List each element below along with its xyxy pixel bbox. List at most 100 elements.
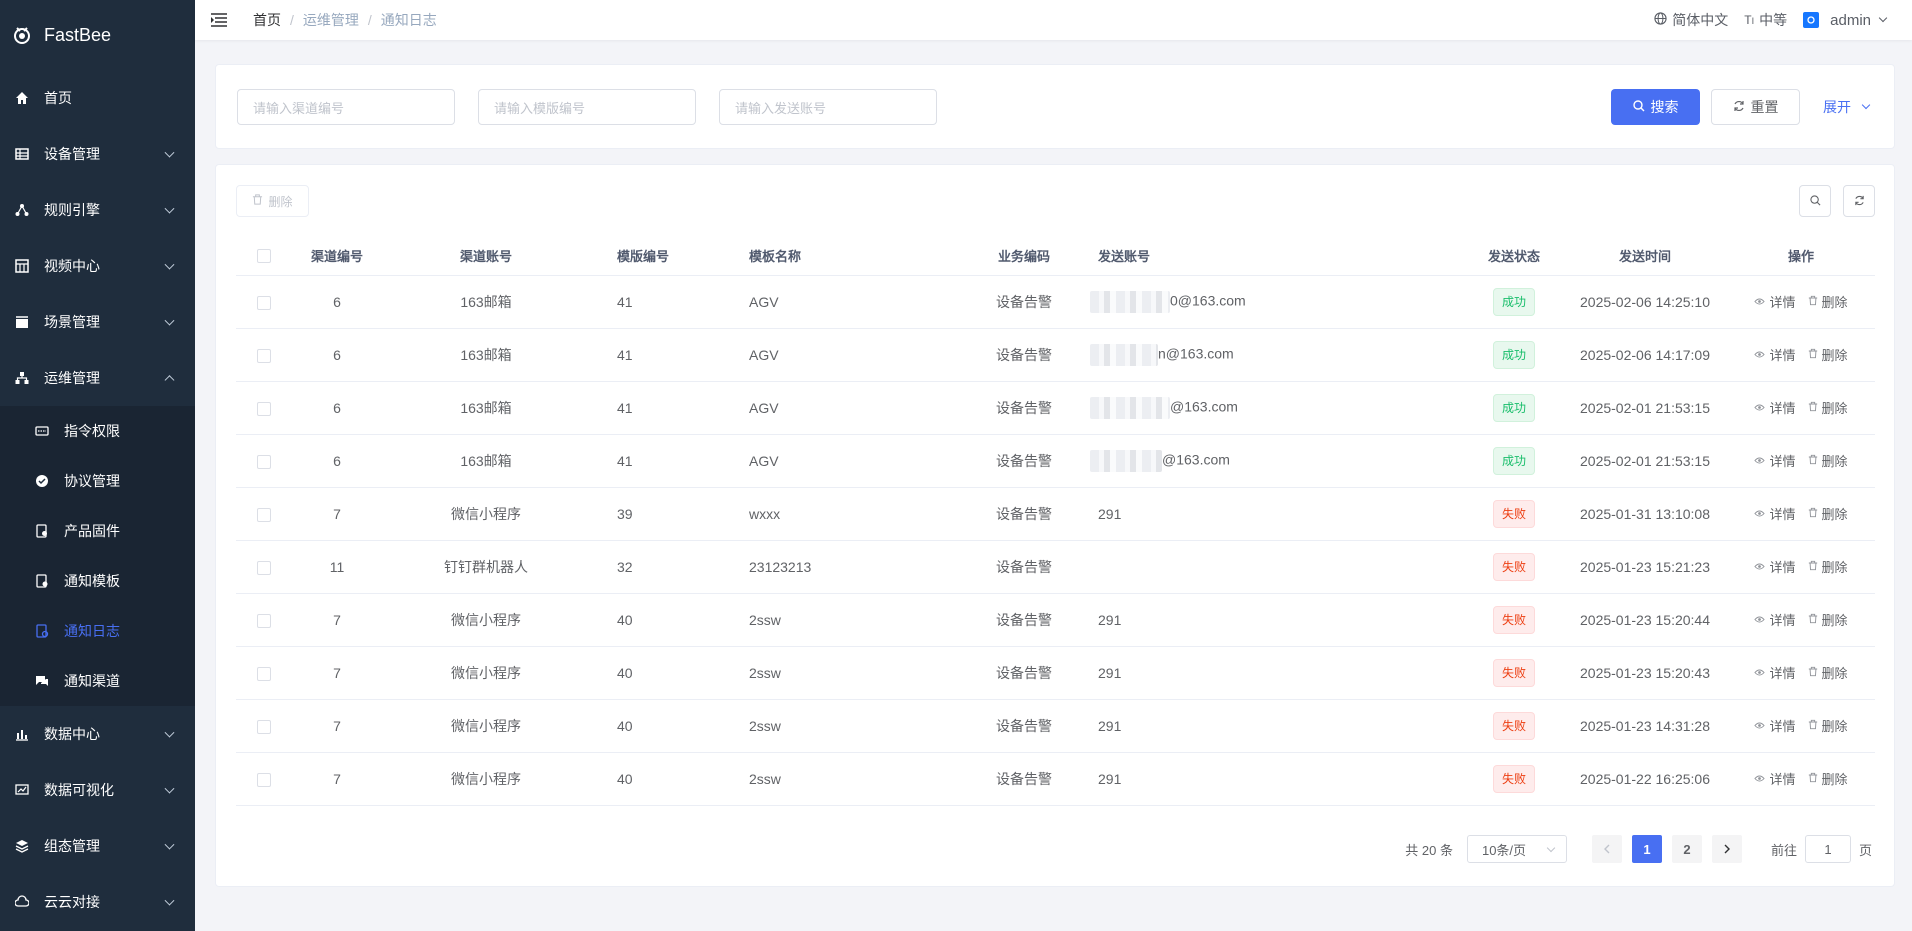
- row-checkbox[interactable]: [236, 275, 292, 329]
- sidebar-item-firmware[interactable]: 产品固件: [0, 506, 195, 556]
- chevron-down-icon: [164, 147, 175, 158]
- sidebar-item-ops[interactable]: 运维管理: [0, 350, 195, 406]
- sidebar-item-cloud[interactable]: 云云对接: [0, 874, 195, 930]
- cell-status: 成功: [1465, 328, 1563, 382]
- template-id-input[interactable]: 请输入模版编号: [478, 89, 696, 125]
- channel-id-input[interactable]: 请输入渠道编号: [237, 89, 455, 125]
- cell-actions: 详情 删除: [1727, 487, 1875, 541]
- sidebar-item-video[interactable]: 视频中心: [0, 238, 195, 294]
- breadcrumb: 首页 / 运维管理 / 通知日志: [253, 10, 437, 30]
- chevron-down-icon: [164, 783, 175, 794]
- hamburger-icon[interactable]: [211, 13, 241, 27]
- detail-button[interactable]: 详情: [1754, 292, 1796, 311]
- sidebar-item-device[interactable]: 设备管理: [0, 126, 195, 182]
- sidebar: FastBee 首页 设备管理 规则引擎 视频中心 场景管理 运维管理 指令权限: [0, 0, 195, 931]
- detail-label: 详情: [1769, 772, 1796, 787]
- user-menu[interactable]: admin: [1803, 12, 1888, 29]
- row-checkbox[interactable]: [236, 540, 292, 594]
- refresh-icon: [1854, 193, 1865, 209]
- prev-page-button[interactable]: [1591, 835, 1622, 863]
- logo[interactable]: FastBee: [0, 0, 195, 70]
- row-checkbox[interactable]: [236, 752, 292, 806]
- row-checkbox[interactable]: [236, 487, 292, 541]
- row-checkbox[interactable]: [236, 381, 292, 435]
- detail-button[interactable]: 详情: [1754, 398, 1796, 417]
- delete-button[interactable]: 删除: [1808, 663, 1848, 682]
- sidebar-item-log[interactable]: 通知日志: [0, 606, 195, 656]
- status-badge: 失败: [1492, 552, 1535, 581]
- goto-page-input[interactable]: 1: [1804, 835, 1851, 863]
- delete-button[interactable]: 删除: [1808, 557, 1848, 576]
- delete-button[interactable]: 删除: [1808, 504, 1848, 523]
- cell-send-account: 291: [1090, 646, 1465, 700]
- reset-button[interactable]: 重置: [1711, 89, 1800, 125]
- chevron-down-icon: [1546, 843, 1556, 853]
- send-account: 291: [1098, 664, 1122, 681]
- cell-status: 失败: [1465, 752, 1563, 806]
- detail-button[interactable]: 详情: [1754, 451, 1796, 470]
- col-channel-id: 渠道编号: [292, 236, 382, 276]
- pagination-total: 共 20 条: [1405, 842, 1453, 858]
- search-button[interactable]: 搜索: [1611, 89, 1700, 125]
- sidebar-item-config[interactable]: 组态管理: [0, 818, 195, 874]
- sidebar-item-scene[interactable]: 场景管理: [0, 294, 195, 350]
- goto-label: 前往: [1770, 842, 1797, 858]
- toggle-search-button[interactable]: [1799, 185, 1831, 217]
- sidebar-item-channel[interactable]: 通知渠道: [0, 656, 195, 706]
- detail-button[interactable]: 详情: [1754, 663, 1796, 682]
- sidebar-item-data-center[interactable]: 数据中心: [0, 706, 195, 762]
- batch-delete-button[interactable]: 删除: [236, 185, 309, 217]
- eye-icon: [1754, 559, 1766, 574]
- cell-channel-id: 7: [292, 699, 382, 753]
- delete-button[interactable]: 删除: [1808, 769, 1848, 788]
- rule-icon: [14, 202, 30, 218]
- eye-icon: [1754, 347, 1766, 362]
- table-header-row: 渠道编号 渠道账号 模版编号 模板名称 业务编码 发送账号 发送状态 发送时间 …: [236, 236, 1875, 276]
- row-checkbox[interactable]: [236, 593, 292, 647]
- detail-button[interactable]: 详情: [1754, 504, 1796, 523]
- delete-button[interactable]: 删除: [1808, 716, 1848, 735]
- sidebar-item-template[interactable]: 通知模板: [0, 556, 195, 606]
- delete-button[interactable]: 删除: [1808, 398, 1848, 417]
- row-checkbox[interactable]: [236, 328, 292, 382]
- refresh-table-button[interactable]: [1843, 185, 1875, 217]
- detail-button[interactable]: 详情: [1754, 345, 1796, 364]
- row-checkbox[interactable]: [236, 699, 292, 753]
- breadcrumb-ops[interactable]: 运维管理: [303, 10, 359, 30]
- size-switch[interactable]: TI 中等: [1744, 10, 1787, 30]
- search-button-label: 搜索: [1650, 99, 1679, 115]
- breadcrumb-home[interactable]: 首页: [253, 10, 281, 30]
- page-2-button[interactable]: 2: [1671, 835, 1702, 863]
- sidebar-item-protocol[interactable]: 协议管理: [0, 456, 195, 506]
- sidebar-item-label: 通知模板: [64, 573, 120, 589]
- delete-button[interactable]: 删除: [1808, 345, 1848, 364]
- sidebar-item-home[interactable]: 首页: [0, 70, 195, 126]
- sidebar-item-rule[interactable]: 规则引擎: [0, 182, 195, 238]
- sidebar-item-command[interactable]: 指令权限: [0, 406, 195, 456]
- expand-toggle[interactable]: 展开: [1823, 89, 1871, 125]
- command-icon: [34, 423, 50, 439]
- chevron-up-icon: [164, 375, 175, 386]
- delete-button[interactable]: 删除: [1808, 292, 1848, 311]
- page-size-select[interactable]: 10条/页: [1466, 835, 1567, 863]
- col-send-account: 发送账号: [1090, 236, 1465, 276]
- ops-submenu: 指令权限 协议管理 产品固件 通知模板 通知日志 通知渠道: [0, 406, 195, 706]
- page-1-button[interactable]: 1: [1631, 835, 1662, 863]
- delete-button[interactable]: 删除: [1808, 451, 1848, 470]
- detail-button[interactable]: 详情: [1754, 716, 1796, 735]
- cell-actions: 详情 删除: [1727, 699, 1875, 753]
- language-switch[interactable]: 简体中文: [1654, 10, 1728, 30]
- status-badge: 成功: [1492, 340, 1535, 369]
- delete-button[interactable]: 删除: [1808, 610, 1848, 629]
- sidebar-item-visualization[interactable]: 数据可视化: [0, 762, 195, 818]
- detail-button[interactable]: 详情: [1754, 769, 1796, 788]
- detail-button[interactable]: 详情: [1754, 610, 1796, 629]
- detail-button[interactable]: 详情: [1754, 557, 1796, 576]
- send-account-input[interactable]: 请输入发送账号: [719, 89, 937, 125]
- select-all-checkbox[interactable]: [236, 236, 292, 276]
- sidebar-item-label: 产品固件: [64, 523, 120, 539]
- delete-label: 删除: [1821, 613, 1848, 628]
- row-checkbox[interactable]: [236, 646, 292, 700]
- next-page-button[interactable]: [1711, 835, 1742, 863]
- row-checkbox[interactable]: [236, 434, 292, 488]
